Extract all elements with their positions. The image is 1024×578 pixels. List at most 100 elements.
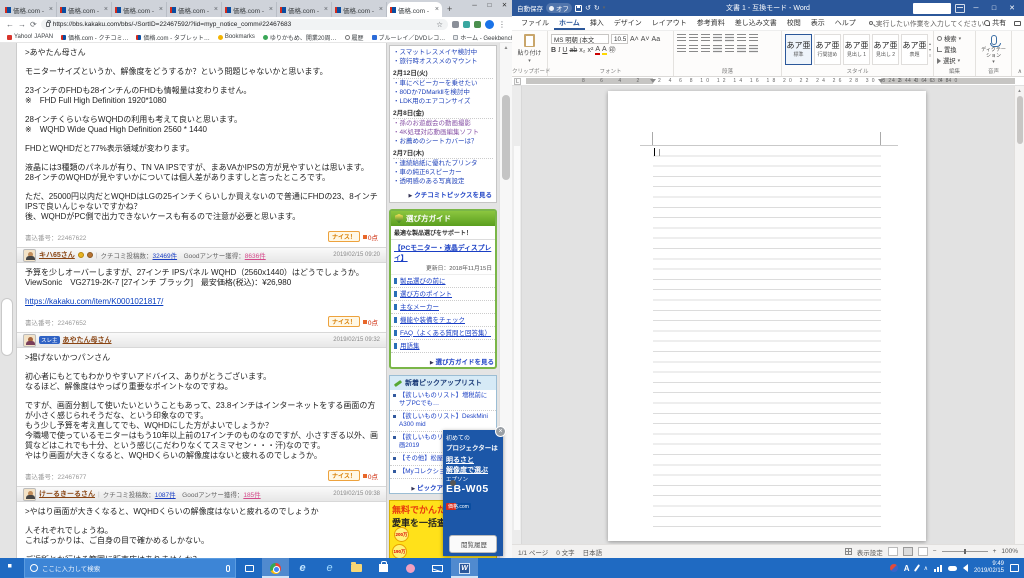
minimize-icon[interactable]: ─: [467, 0, 482, 12]
comments-button[interactable]: コメント: [1014, 18, 1024, 28]
select-button[interactable]: 選択 ▾: [937, 56, 972, 65]
good-answer-link[interactable]: 8636件: [245, 253, 266, 260]
tab-stop-selector[interactable]: L: [514, 78, 521, 85]
indent-marker[interactable]: [650, 79, 656, 83]
clock[interactable]: 9:49 2019/02/15: [974, 561, 1004, 575]
tab-close-icon[interactable]: ×: [435, 6, 439, 13]
font-color-button[interactable]: A: [595, 46, 600, 55]
autosave-toggle[interactable]: オフ: [546, 3, 572, 13]
start-button[interactable]: [0, 558, 24, 578]
topic-link[interactable]: ・4K処理対応動画編集ソフト: [393, 128, 493, 137]
username-link[interactable]: あやたん母さん: [63, 335, 112, 345]
dictation-button[interactable]: ディクテーション: [979, 47, 1008, 59]
word-scrollbar[interactable]: ▲: [1014, 86, 1024, 544]
scroll-up-icon[interactable]: ▲: [1015, 86, 1024, 93]
topic-link[interactable]: 2月12日(火): [393, 69, 493, 79]
topic-link[interactable]: ・車の純正6スピーカー: [393, 168, 493, 177]
browser-tab[interactable]: 価格.com - ×: [387, 2, 442, 17]
scroll-up-icon[interactable]: ▲: [500, 43, 512, 51]
taskbar-file-explorer[interactable]: [343, 558, 370, 578]
subscript-button[interactable]: x₂: [579, 47, 585, 54]
borders-button[interactable]: [749, 45, 758, 53]
extension-icon[interactable]: [463, 21, 470, 28]
tab-close-icon[interactable]: ×: [104, 6, 108, 13]
ribbon-tab[interactable]: デザイン: [609, 16, 647, 30]
task-view-button[interactable]: [236, 558, 262, 578]
topic-link[interactable]: ・お薦めのシートカバーは？: [393, 137, 493, 146]
scrollbar-thumb[interactable]: [1017, 96, 1023, 144]
signin-box[interactable]: [913, 2, 951, 14]
read-mode-button[interactable]: [887, 547, 898, 556]
browser-tab[interactable]: 価格.com - ×: [167, 2, 222, 17]
browser-tab[interactable]: 価格.com - ×: [222, 2, 277, 17]
web-layout-button[interactable]: [917, 547, 928, 556]
profile-avatar[interactable]: [485, 20, 494, 29]
style-cell[interactable]: あア亜 見出し 1: [843, 34, 870, 65]
paste-button[interactable]: 貼り付け ▾: [515, 34, 544, 64]
tab-close-icon[interactable]: ×: [324, 6, 328, 13]
ime-tools-icon[interactable]: [913, 564, 920, 572]
superscript-button[interactable]: x²: [587, 47, 593, 54]
taskbar-word[interactable]: W: [451, 558, 478, 578]
guide-link[interactable]: 選び方のポイント: [391, 288, 495, 301]
zoom-out-button[interactable]: −: [933, 548, 937, 555]
shading-button[interactable]: [737, 45, 746, 53]
bookmark-item[interactable]: Bookmarks: [217, 33, 255, 42]
topic-link[interactable]: 2月7日(木): [393, 149, 493, 159]
taskbar-store[interactable]: [370, 558, 397, 578]
bookmark-item[interactable]: 価格.com - タブレット…: [136, 33, 210, 42]
zoom-level[interactable]: 100%: [1001, 548, 1018, 555]
tab-close-icon[interactable]: ×: [379, 6, 383, 13]
zoom-slider-thumb[interactable]: [963, 549, 966, 554]
microphone-icon[interactable]: [989, 35, 1001, 47]
topic-link[interactable]: ・車にベビーカーを乗せたい: [393, 79, 493, 88]
taskbar-search-box[interactable]: ここに入力して検索: [24, 558, 236, 578]
numbering-button[interactable]: [689, 34, 698, 42]
browser-tab[interactable]: 価格.com - ×: [57, 2, 112, 17]
topic-link[interactable]: ・連続給紙に優れたプリンタ: [393, 159, 493, 168]
tab-close-icon[interactable]: ×: [269, 6, 273, 13]
url-text[interactable]: https://bbs.kakaku.com/bbs/-/SortID=2246…: [53, 21, 434, 28]
speaker-icon[interactable]: [962, 564, 968, 572]
history-button[interactable]: 閲覧履歴: [449, 535, 497, 553]
strikethrough-button[interactable]: ab: [569, 47, 577, 54]
qat-dropdown-icon[interactable]: ▾: [603, 5, 606, 11]
ime-badge-icon[interactable]: [889, 564, 898, 572]
style-cell[interactable]: あア亜 行間詰め: [814, 34, 841, 65]
close-icon[interactable]: ✕: [497, 0, 512, 12]
taskbar-internet-explorer[interactable]: e: [316, 558, 343, 578]
increase-indent-button[interactable]: [725, 34, 734, 42]
reload-icon[interactable]: ⟳: [30, 20, 37, 29]
line-spacing-button[interactable]: [725, 45, 734, 53]
tab-close-icon[interactable]: ×: [49, 6, 53, 13]
tab-close-icon[interactable]: ×: [214, 6, 218, 13]
grow-font-button[interactable]: A˄: [630, 36, 639, 43]
back-icon[interactable]: ←: [6, 20, 14, 29]
display-settings-label[interactable]: 表示設定: [857, 547, 883, 557]
bookmark-item[interactable]: ブルーレイ／DVDレコ…: [371, 33, 445, 42]
extension-icon[interactable]: [474, 21, 481, 28]
multilevel-list-button[interactable]: [701, 34, 710, 42]
microphone-icon[interactable]: [226, 564, 230, 572]
guide-link[interactable]: 機能や装備をチェック: [391, 314, 495, 327]
action-center-icon[interactable]: [1010, 564, 1019, 572]
nice-button[interactable]: ナイス！: [328, 470, 360, 481]
ribbon-tab[interactable]: 差し込み文書: [730, 16, 782, 30]
hidden-icons-chevron[interactable]: ∧: [924, 565, 928, 572]
style-gallery-scroll[interactable]: ▴ ▾ ≡: [928, 34, 931, 65]
zoom-in-button[interactable]: +: [993, 548, 997, 555]
bullets-button[interactable]: [677, 34, 686, 42]
post-count-link[interactable]: 1087件: [155, 492, 176, 499]
ime-mode-indicator[interactable]: A: [904, 564, 910, 573]
topics-more-link[interactable]: ▶ クチコミトピックスを見る: [394, 189, 492, 199]
ribbon-tab[interactable]: 参考資料: [692, 16, 730, 30]
topic-link[interactable]: ・透明感のある写真設定: [393, 177, 493, 186]
guide-more-link[interactable]: ▶ 選び方ガイドを見る: [392, 356, 494, 366]
vertical-ruler[interactable]: [512, 86, 522, 544]
maximize-icon[interactable]: □: [482, 0, 497, 12]
align-center-button[interactable]: [689, 45, 698, 53]
redo-icon[interactable]: ↻: [594, 4, 600, 12]
document-page[interactable]: [608, 91, 926, 541]
pickup-link[interactable]: 【欲しいものリスト】増税前にサブPCでも…: [390, 390, 496, 411]
topic-link[interactable]: ・LDK用のエアコンサイズ: [393, 97, 493, 106]
